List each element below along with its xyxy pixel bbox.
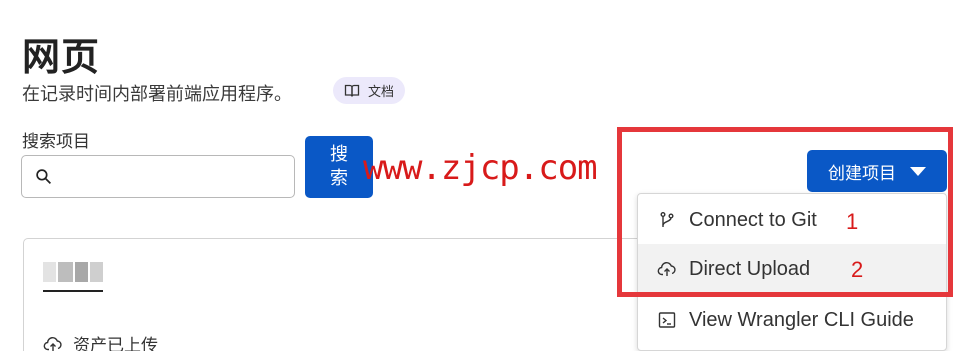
annotation-highlight-box [617,127,953,297]
project-status-label: 资产已上传 [73,336,158,351]
watermark-text: www.zjcp.com [363,148,598,188]
docs-link[interactable]: 文档 [333,77,406,104]
search-button-label-1: 搜 [330,144,348,165]
menu-item-wrangler-guide[interactable]: View Wrangler CLI Guide [638,295,946,345]
search-field[interactable] [21,155,295,198]
book-icon [344,84,360,97]
search-label: 搜索项目 [22,132,90,152]
page-subtitle: 在记录时间内部署前端应用程序。 [22,84,292,105]
project-status: 资产已上传 [43,331,158,351]
cloud-upload-icon [43,336,62,351]
search-icon [36,169,52,185]
menu-item-label: View Wrangler CLI Guide [689,308,914,331]
project-name-redacted[interactable] [43,262,103,282]
terminal-icon [658,312,676,328]
project-name-underline [43,290,103,292]
page-title: 网页 [22,35,101,79]
search-button-label-2: 索 [330,168,348,189]
docs-label: 文档 [368,85,395,100]
search-input[interactable] [60,167,280,186]
